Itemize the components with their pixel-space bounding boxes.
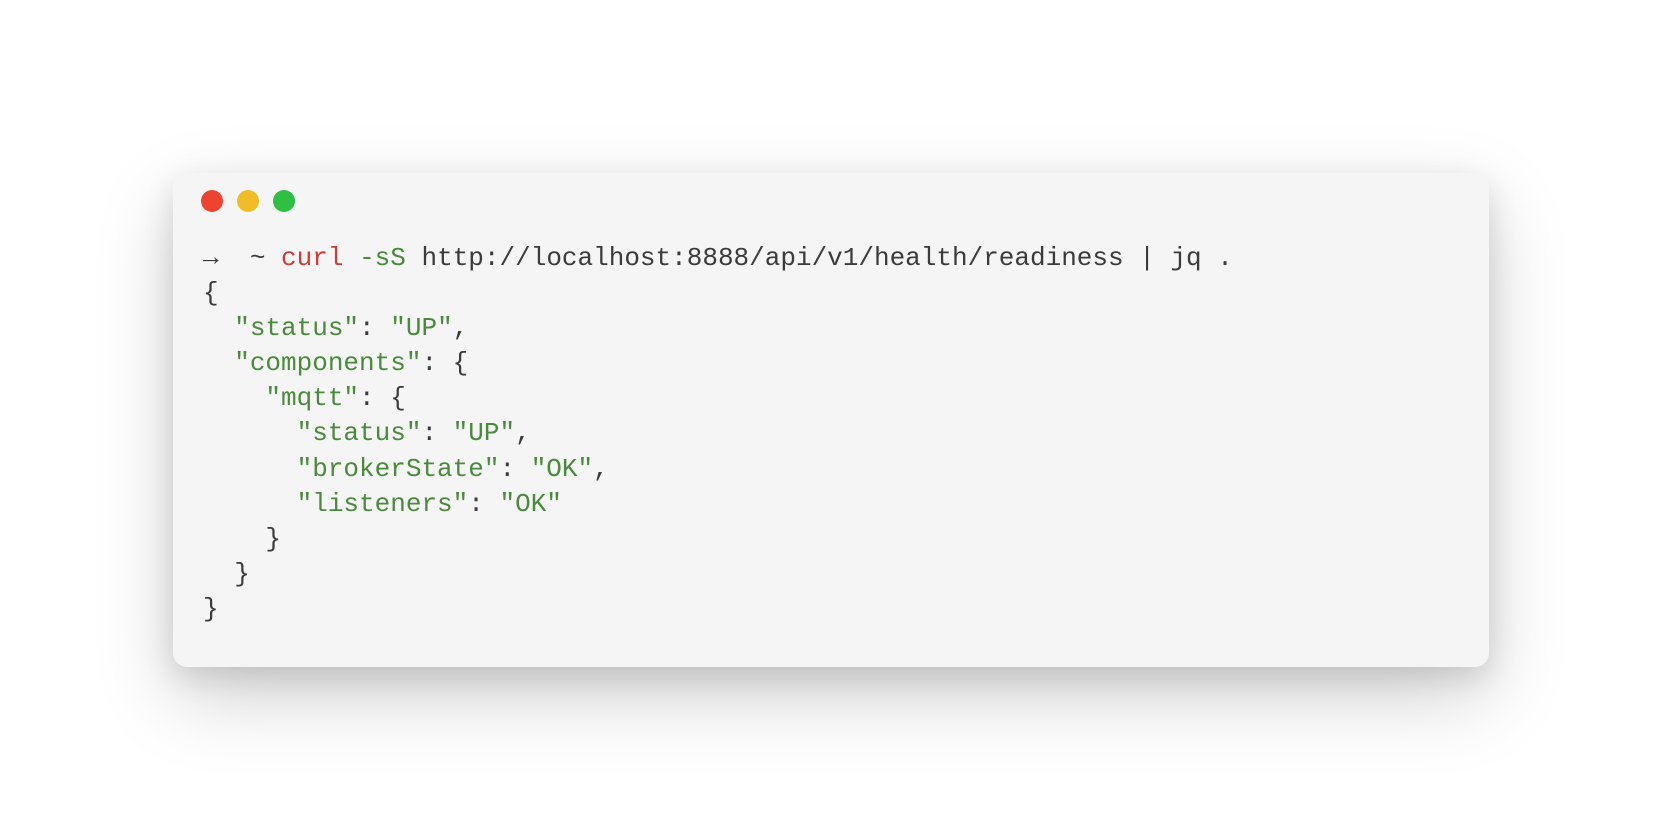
json-value-up: "UP" bbox=[453, 418, 515, 448]
json-value-up: "UP" bbox=[390, 313, 452, 343]
json-comma: , bbox=[593, 454, 609, 484]
json-colon: : bbox=[499, 454, 530, 484]
json-key-brokerstate: "brokerState" bbox=[297, 454, 500, 484]
json-colon: : bbox=[468, 489, 499, 519]
json-value-ok: "OK" bbox=[499, 489, 561, 519]
command-url: http://localhost:8888/api/v1/health/read… bbox=[422, 243, 1124, 273]
terminal-window: → ~ curl -sS http://localhost:8888/api/v… bbox=[173, 173, 1489, 667]
json-colon: : bbox=[359, 313, 390, 343]
json-close-brace: } bbox=[234, 559, 250, 589]
json-close-brace: } bbox=[203, 594, 219, 624]
json-key-listeners: "listeners" bbox=[297, 489, 469, 519]
maximize-icon[interactable] bbox=[273, 190, 295, 212]
minimize-icon[interactable] bbox=[237, 190, 259, 212]
json-comma: , bbox=[453, 313, 469, 343]
jq-command: jq bbox=[1170, 243, 1201, 273]
prompt-cwd: ~ bbox=[250, 243, 266, 273]
prompt-arrow: → bbox=[203, 243, 219, 273]
json-close-brace: } bbox=[265, 524, 281, 554]
json-key-mqtt: "mqtt" bbox=[265, 383, 359, 413]
pipe-operator: | bbox=[1139, 243, 1155, 273]
terminal-titlebar bbox=[173, 173, 1489, 229]
terminal-body[interactable]: → ~ curl -sS http://localhost:8888/api/v… bbox=[173, 229, 1489, 667]
json-colon-brace: : { bbox=[359, 383, 406, 413]
json-colon: : bbox=[421, 418, 452, 448]
json-key-mqtt-status: "status" bbox=[297, 418, 422, 448]
json-colon-brace: : { bbox=[421, 348, 468, 378]
close-icon[interactable] bbox=[201, 190, 223, 212]
json-key-components: "components" bbox=[234, 348, 421, 378]
json-comma: , bbox=[515, 418, 531, 448]
terminal-content: → ~ curl -sS http://localhost:8888/api/v… bbox=[203, 241, 1459, 627]
json-value-ok: "OK" bbox=[531, 454, 593, 484]
json-key-status: "status" bbox=[234, 313, 359, 343]
jq-arg: . bbox=[1217, 243, 1233, 273]
json-open-brace: { bbox=[203, 278, 219, 308]
command-flags: -sS bbox=[359, 243, 406, 273]
command-name: curl bbox=[281, 243, 343, 273]
